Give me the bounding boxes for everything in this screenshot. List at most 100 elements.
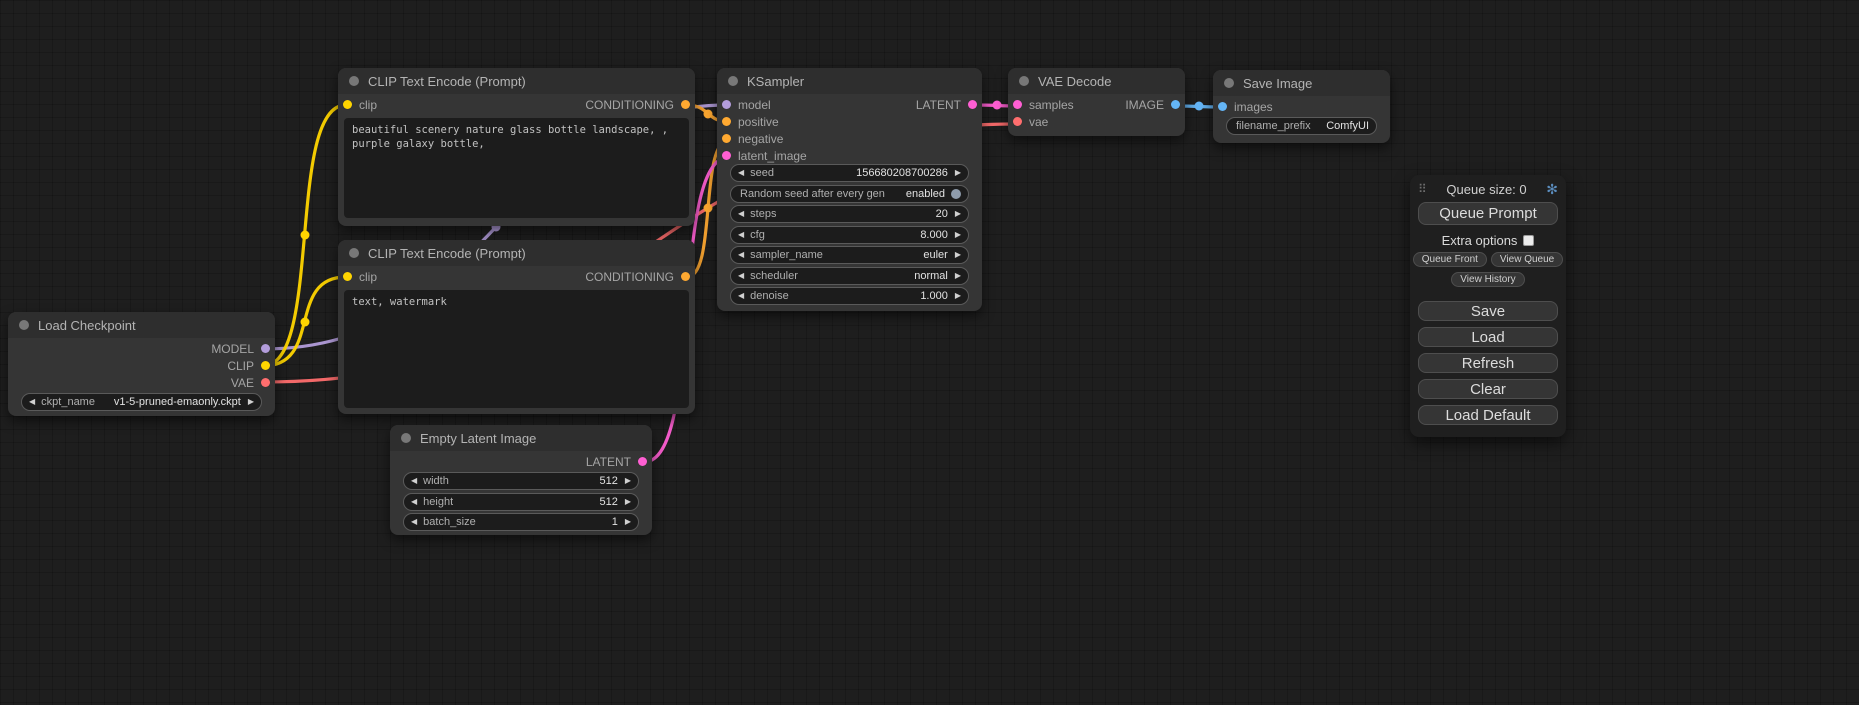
node-title: Load Checkpoint (38, 318, 136, 333)
latent-output-port[interactable] (638, 457, 647, 466)
clear-button[interactable]: Clear (1418, 379, 1558, 399)
decrement-arrow-icon[interactable]: ◀ (738, 272, 744, 280)
node-title-bar[interactable]: CLIP Text Encode (Prompt) (338, 240, 695, 266)
input-label-vae: vae (1029, 115, 1048, 129)
increment-arrow-icon[interactable]: ▶ (955, 169, 961, 177)
batch-size-widget[interactable]: ◀ batch_size 1 ▶ (403, 513, 639, 531)
node-save-image[interactable]: Save Image images filename_prefix ComfyU… (1213, 70, 1390, 143)
increment-arrow-icon[interactable]: ▶ (955, 210, 961, 218)
increment-arrow-icon[interactable]: ▶ (625, 518, 631, 526)
samples-input-port[interactable] (1013, 100, 1022, 109)
ckpt-name-widget[interactable]: ◀ ckpt_name v1-5-pruned-emaonly.ckpt ▶ (21, 393, 262, 411)
width-widget[interactable]: ◀ width 512 ▶ (403, 472, 639, 490)
clip-input-port[interactable] (343, 272, 352, 281)
increment-arrow-icon[interactable]: ▶ (625, 477, 631, 485)
extra-options-checkbox[interactable] (1523, 235, 1534, 246)
negative-prompt-textarea[interactable]: text, watermark (344, 290, 689, 408)
drag-handle-icon[interactable]: ⠿ (1418, 182, 1427, 196)
increment-arrow-icon[interactable]: ▶ (955, 251, 961, 259)
decrement-arrow-icon[interactable]: ◀ (738, 292, 744, 300)
node-title-bar[interactable]: Load Checkpoint (8, 312, 275, 338)
widget-value: euler (923, 249, 947, 261)
node-vae-decode[interactable]: VAE Decode samples IMAGE vae (1008, 68, 1185, 136)
decrement-arrow-icon[interactable]: ◀ (738, 210, 744, 218)
filename-prefix-widget[interactable]: filename_prefix ComfyUI (1226, 117, 1377, 135)
conditioning-output-port[interactable] (681, 100, 690, 109)
decrement-arrow-icon[interactable]: ◀ (411, 498, 417, 506)
decrement-arrow-icon[interactable]: ◀ (411, 477, 417, 485)
node-empty-latent-image[interactable]: Empty Latent Image LATENT ◀ width 512 ▶ … (390, 425, 652, 535)
save-button[interactable]: Save (1418, 301, 1558, 321)
output-label-clip: CLIP (227, 359, 254, 373)
collapse-dot-icon[interactable] (1019, 76, 1029, 86)
image-output-port[interactable] (1171, 100, 1180, 109)
load-default-button[interactable]: Load Default (1418, 405, 1558, 425)
decrement-arrow-icon[interactable]: ◀ (738, 251, 744, 259)
view-history-button[interactable]: View History (1451, 272, 1524, 287)
steps-widget[interactable]: ◀ steps 20 ▶ (730, 205, 969, 223)
toggle-indicator-icon[interactable] (951, 189, 961, 199)
clip-output-port[interactable] (261, 361, 270, 370)
node-title-bar[interactable]: Save Image (1213, 70, 1390, 96)
cfg-widget[interactable]: ◀ cfg 8.000 ▶ (730, 226, 969, 244)
node-ksampler[interactable]: KSampler model LATENT positive negative … (717, 68, 982, 311)
vae-output-port[interactable] (261, 378, 270, 387)
increment-arrow-icon[interactable]: ▶ (625, 498, 631, 506)
random-seed-toggle-widget[interactable]: Random seed after every gen enabled (730, 185, 969, 203)
node-title: Empty Latent Image (420, 431, 536, 446)
decrement-arrow-icon[interactable]: ◀ (738, 231, 744, 239)
widget-value: normal (914, 270, 948, 282)
input-label-latent-image: latent_image (738, 149, 807, 163)
increment-arrow-icon[interactable]: ▶ (955, 272, 961, 280)
positive-prompt-textarea[interactable]: beautiful scenery nature glass bottle la… (344, 118, 689, 218)
queue-front-button[interactable]: Queue Front (1413, 252, 1487, 267)
vae-input-port[interactable] (1013, 117, 1022, 126)
scheduler-widget[interactable]: ◀ scheduler normal ▶ (730, 267, 969, 285)
decrement-arrow-icon[interactable]: ◀ (738, 169, 744, 177)
negative-input-port[interactable] (722, 134, 731, 143)
widget-label: height (423, 496, 453, 508)
model-output-port[interactable] (261, 344, 270, 353)
collapse-dot-icon[interactable] (349, 248, 359, 258)
link-midpoint-dot (301, 318, 310, 327)
node-title-bar[interactable]: VAE Decode (1008, 68, 1185, 94)
node-title-bar[interactable]: Empty Latent Image (390, 425, 652, 451)
input-label-clip: clip (359, 270, 377, 284)
view-queue-button[interactable]: View Queue (1491, 252, 1563, 267)
load-button[interactable]: Load (1418, 327, 1558, 347)
collapse-dot-icon[interactable] (728, 76, 738, 86)
height-widget[interactable]: ◀ height 512 ▶ (403, 493, 639, 511)
latent-image-input-port[interactable] (722, 151, 731, 160)
increment-arrow-icon[interactable]: ▶ (248, 398, 254, 406)
node-title-bar[interactable]: CLIP Text Encode (Prompt) (338, 68, 695, 94)
clip-input-port[interactable] (343, 100, 352, 109)
decrement-arrow-icon[interactable]: ◀ (411, 518, 417, 526)
refresh-button[interactable]: Refresh (1418, 353, 1558, 373)
images-input-port[interactable] (1218, 102, 1227, 111)
denoise-widget[interactable]: ◀ denoise 1.000 ▶ (730, 287, 969, 305)
queue-prompt-button[interactable]: Queue Prompt (1418, 202, 1558, 225)
node-clip-text-encode-negative[interactable]: CLIP Text Encode (Prompt) clip CONDITION… (338, 240, 695, 414)
positive-input-port[interactable] (722, 117, 731, 126)
node-clip-text-encode-positive[interactable]: CLIP Text Encode (Prompt) clip CONDITION… (338, 68, 695, 226)
queue-controls-row: Queue Front View Queue (1410, 252, 1566, 267)
collapse-dot-icon[interactable] (401, 433, 411, 443)
node-graph-canvas[interactable]: Load Checkpoint MODEL CLIP VAE ◀ ckpt_na… (0, 0, 1859, 705)
conditioning-output-port[interactable] (681, 272, 690, 281)
sampler-name-widget[interactable]: ◀ sampler_name euler ▶ (730, 246, 969, 264)
decrement-arrow-icon[interactable]: ◀ (29, 398, 35, 406)
increment-arrow-icon[interactable]: ▶ (955, 231, 961, 239)
output-label-conditioning: CONDITIONING (585, 270, 674, 284)
model-input-port[interactable] (722, 100, 731, 109)
node-load-checkpoint[interactable]: Load Checkpoint MODEL CLIP VAE ◀ ckpt_na… (8, 312, 275, 416)
collapse-dot-icon[interactable] (19, 320, 29, 330)
node-title-bar[interactable]: KSampler (717, 68, 982, 94)
settings-gear-icon[interactable]: ✻ (1546, 181, 1558, 198)
collapse-dot-icon[interactable] (1224, 78, 1234, 88)
increment-arrow-icon[interactable]: ▶ (955, 292, 961, 300)
latent-output-port[interactable] (968, 100, 977, 109)
input-label-clip: clip (359, 98, 377, 112)
collapse-dot-icon[interactable] (349, 76, 359, 86)
seed-widget[interactable]: ◀ seed 156680208700286 ▶ (730, 164, 969, 182)
comfy-menu-panel: ⠿ Queue size: 0 ✻ Queue Prompt Extra opt… (1410, 175, 1566, 437)
